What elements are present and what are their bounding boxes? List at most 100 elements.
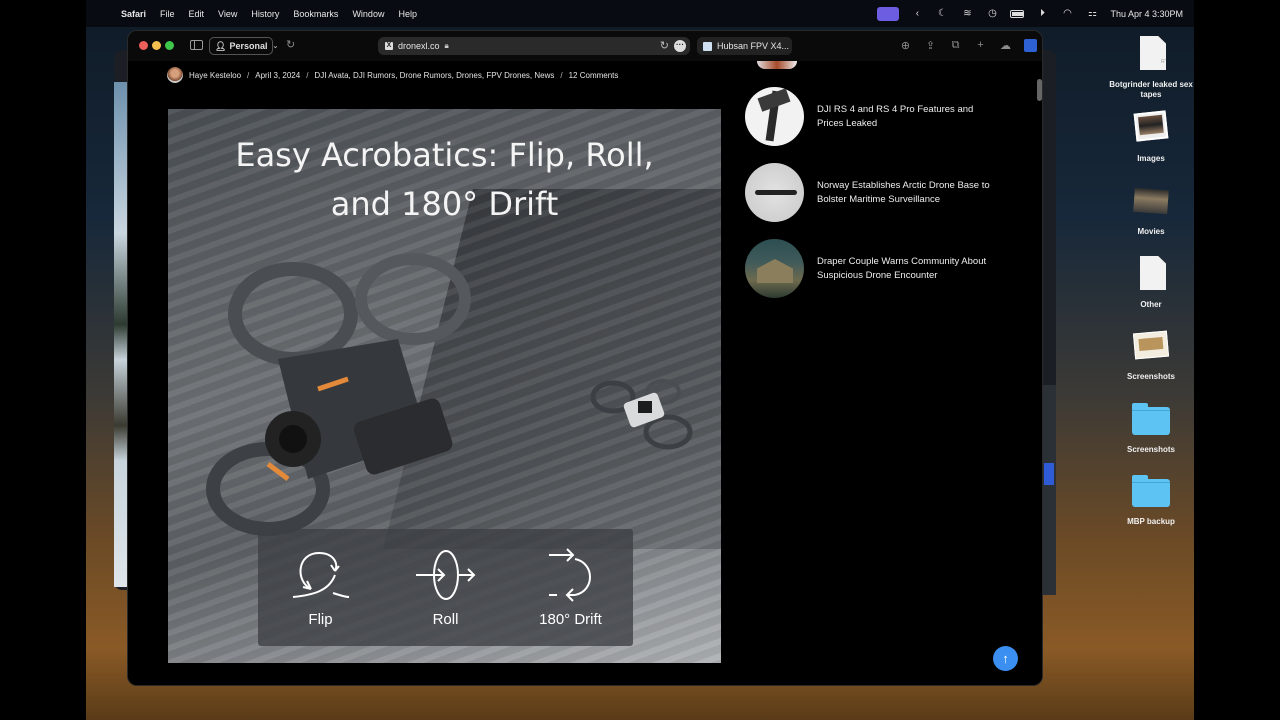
scroll-to-top-button[interactable]: ↑ — [993, 646, 1018, 671]
sidebar-toggle-icon[interactable] — [190, 40, 203, 50]
site-favicon-icon: X — [385, 42, 393, 50]
document-stack-icon — [1131, 254, 1171, 294]
meta-separator: / — [306, 70, 309, 80]
desktop-item[interactable]: Screenshots — [1108, 326, 1194, 382]
post-date[interactable]: April 3, 2024 — [255, 71, 300, 80]
related-post-title[interactable]: DJI RS 4 and RS 4 Pro Features and Price… — [817, 103, 997, 131]
close-window-button[interactable] — [139, 41, 148, 50]
screen-share-icon[interactable] — [877, 6, 900, 21]
maneuver-label: 180° Drift — [539, 611, 602, 628]
related-post[interactable]: Norway Establishes Arctic Drone Base to … — [745, 163, 997, 222]
extension-icon[interactable] — [1023, 37, 1038, 53]
menu-bar: Safari File Edit View History Bookmarks … — [86, 0, 1194, 27]
letterbox-left — [0, 0, 86, 720]
menu-app-name[interactable]: Safari — [121, 9, 146, 19]
desktop-item-label: Screenshots — [1126, 372, 1176, 381]
share-icon[interactable]: ⇪ — [923, 37, 938, 53]
comments-link[interactable]: 12 Comments — [569, 71, 619, 80]
menu-window[interactable]: Window — [352, 9, 384, 19]
desktop-item[interactable]: Images — [1108, 108, 1194, 164]
author-link[interactable]: Haye Kesteloo — [189, 71, 241, 80]
maneuver-label: Roll — [432, 611, 459, 628]
meta-separator: / — [247, 70, 250, 80]
tab-title: Hubsan FPV X4... — [717, 41, 790, 51]
maneuver-roll: Roll — [391, 545, 501, 628]
photo-stack-icon — [1131, 108, 1171, 148]
icloud-icon[interactable]: ☁︎ — [998, 37, 1013, 53]
maneuver-panel: Flip Roll 180° Drift — [258, 529, 633, 646]
desktop-item[interactable]: Screenshots — [1108, 399, 1194, 455]
background-window-right-edge — [1042, 385, 1056, 595]
maneuver-label: Flip — [308, 611, 333, 628]
profile-selector[interactable]: 👤︎ Personal ⌄ — [209, 37, 278, 55]
related-post-title[interactable]: Draper Couple Warns Community About Susp… — [817, 255, 997, 283]
safari-window: 👤︎ Personal ⌄ ↻ X dronexl.co 🔒︎ ↻ ··· Hu… — [127, 30, 1043, 686]
roll-icon — [415, 550, 475, 600]
fullscreen-window-button[interactable] — [165, 41, 174, 50]
letterbox-right — [1194, 0, 1280, 720]
browser-toolbar: 👤︎ Personal ⌄ ↻ X dronexl.co 🔒︎ ↻ ··· Hu… — [128, 31, 1042, 61]
hero-headline-line2: and 180° Drift — [330, 185, 559, 223]
menu-help[interactable]: Help — [398, 9, 417, 19]
menu-edit[interactable]: Edit — [189, 9, 205, 19]
minimize-window-button[interactable] — [152, 41, 161, 50]
movie-stack-icon — [1131, 181, 1171, 221]
folder-icon — [1131, 471, 1171, 511]
menu-clock[interactable]: Thu Apr 4 3:30PM — [1110, 9, 1183, 19]
related-post-title[interactable]: Norway Establishes Arctic Drone Base to … — [817, 179, 997, 207]
avata-drone-small — [590, 379, 693, 450]
page-scrollbar[interactable] — [1037, 79, 1042, 101]
folder-icon — [1131, 399, 1171, 439]
toolbar-actions: ⊕ ⇪ ⧉ + ☁︎ — [898, 37, 1038, 53]
desktop-item-label: Movies — [1137, 227, 1165, 236]
category-links[interactable]: DJI Avata, DJI Rumors, Drone Rumors, Dro… — [314, 71, 554, 80]
menu-file[interactable]: File — [160, 9, 175, 19]
wifi-icon[interactable]: ◠ — [1060, 8, 1074, 20]
desktop-item[interactable]: Movies — [1108, 181, 1194, 237]
profile-label: Personal — [229, 41, 268, 51]
desktop-item[interactable]: RTF Botgrinder leaked sex tapes — [1108, 34, 1194, 100]
chevron-down-icon: ⌄ — [272, 43, 279, 50]
article-meta: Haye Kesteloo / April 3, 2024 / DJI Avat… — [167, 67, 618, 83]
address-bar[interactable]: X dronexl.co 🔒︎ ↻ ··· — [378, 37, 690, 55]
tab-favicon-icon — [703, 41, 712, 51]
related-post-thumbnail-partial[interactable] — [757, 61, 797, 69]
menu-bookmarks[interactable]: Bookmarks — [293, 9, 338, 19]
related-post[interactable]: DJI RS 4 and RS 4 Pro Features and Price… — [745, 87, 997, 146]
refresh-icon[interactable]: ↻ — [286, 38, 295, 51]
control-center-icon[interactable]: ⚏ — [1085, 8, 1099, 20]
desktop-item[interactable]: Other — [1108, 254, 1194, 310]
battery-icon[interactable] — [1010, 8, 1025, 20]
moon-icon[interactable]: ☾ — [935, 8, 949, 20]
browser-tab-hubsan[interactable]: Hubsan FPV X4... — [697, 37, 792, 55]
avata-drone-large — [206, 253, 471, 536]
maneuver-flip: Flip — [266, 545, 376, 628]
web-page: Haye Kesteloo / April 3, 2024 / DJI Avat… — [128, 61, 1042, 685]
desktop-item[interactable]: MBP backup — [1108, 471, 1194, 527]
status-area: ‹ ☾ ≋ ◷ ⏵ ◠ ⚏ Thu Apr 4 3:30PM — [877, 0, 1183, 27]
person-icon: 👤︎ — [215, 40, 227, 51]
related-post-thumbnail[interactable] — [745, 239, 804, 298]
desktop-item-label: MBP backup — [1127, 517, 1175, 526]
lock-icon: 🔒︎ — [444, 41, 449, 50]
reload-icon[interactable]: ↻ — [660, 39, 669, 52]
desktop-item-label: Other — [1140, 300, 1162, 309]
new-tab-icon[interactable]: + — [973, 37, 988, 53]
chevron-left-icon[interactable]: ‹ — [910, 8, 924, 20]
related-post-thumbnail[interactable] — [745, 87, 804, 146]
tab-overview-icon[interactable]: ⧉ — [948, 37, 963, 53]
related-post-thumbnail[interactable] — [745, 163, 804, 222]
flip-icon — [292, 551, 349, 598]
layers-icon[interactable]: ≋ — [960, 8, 974, 20]
author-avatar[interactable] — [167, 67, 183, 83]
page-menu-icon[interactable]: ··· — [674, 40, 686, 52]
play-icon[interactable]: ⏵ — [1035, 8, 1049, 20]
hero-headline-line1: Easy Acrobatics: Flip, Roll, — [235, 136, 654, 174]
menu-view[interactable]: View — [218, 9, 237, 19]
time-machine-icon[interactable]: ◷ — [985, 8, 999, 20]
maneuver-drift: 180° Drift — [516, 545, 626, 628]
related-post[interactable]: Draper Couple Warns Community About Susp… — [745, 239, 997, 298]
desktop-item-label: Botgrinder leaked sex tapes — [1109, 80, 1193, 99]
download-icon[interactable]: ⊕ — [898, 37, 913, 53]
menu-history[interactable]: History — [251, 9, 279, 19]
